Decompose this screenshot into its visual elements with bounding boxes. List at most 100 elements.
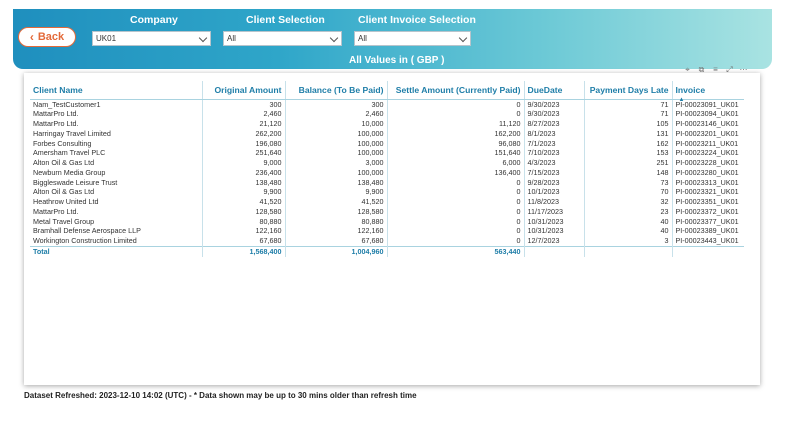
cell-invoice: PI-00023094_UK01 xyxy=(671,109,744,119)
cell-original-amount: 21,120 xyxy=(201,119,285,129)
cell-due-date: 4/3/2023 xyxy=(523,158,584,168)
chevron-down-icon xyxy=(329,33,339,43)
cell-original-amount: 122,160 xyxy=(201,226,285,236)
cell-client-name: Nam_TestCustomer1 xyxy=(33,99,101,109)
cell-payment-days-late: 105 xyxy=(583,119,672,129)
table-row[interactable]: MattarPro Ltd. 2,460 2,460 0 9/30/2023 71 PI-0… xyxy=(30,109,744,119)
cell-original-amount: 67,680 xyxy=(201,236,285,247)
cell-original-amount: 128,580 xyxy=(201,206,285,217)
cell-client-name: Metal Travel Group xyxy=(33,216,95,226)
total-cell-invoice xyxy=(671,245,744,257)
total-cell-due-date xyxy=(523,245,584,257)
cell-due-date: 10/1/2023 xyxy=(523,187,584,197)
client-selection-value: All xyxy=(227,34,236,43)
cell-due-date: 9/28/2023 xyxy=(523,177,584,188)
table-row[interactable]: Metal Travel Group 80,880 80,880 0 10/31/202… xyxy=(30,216,744,227)
cell-balance: 9,900 xyxy=(284,187,387,197)
cell-original-amount: 9,000 xyxy=(201,158,285,168)
table-header-row: Client Name Original Amount Balance (To … xyxy=(30,81,744,103)
cell-settle-amount: 0 xyxy=(386,216,524,227)
cell-invoice: PI-00023228_UK01 xyxy=(671,158,744,168)
cell-settle-amount: 0 xyxy=(386,109,524,119)
cell-invoice: PI-00023443_UK01 xyxy=(671,236,744,247)
table-row[interactable]: Alton Oil & Gas Ltd 9,000 3,000 6,000 4/3/20… xyxy=(30,158,744,168)
client-invoice-selection-value: All xyxy=(358,34,367,43)
cell-settle-amount: 96,080 xyxy=(386,138,524,149)
column-header-balance[interactable]: Balance (To Be Paid) xyxy=(284,81,387,100)
cell-due-date: 7/10/2023 xyxy=(523,148,584,158)
back-button[interactable]: ‹ Back xyxy=(18,27,76,47)
cell-invoice: PI-00023377_UK01 xyxy=(671,216,744,227)
column-header-due-date[interactable]: DueDate xyxy=(523,81,584,100)
cell-payment-days-late: 251 xyxy=(583,158,672,168)
total-cell-payment-days-late xyxy=(583,245,672,257)
cell-settle-amount: 162,200 xyxy=(386,128,524,139)
table-row[interactable]: Newburn Media Group 236,400 100,000 136,400… xyxy=(30,167,744,178)
chevron-down-icon xyxy=(458,33,468,43)
table-row[interactable]: Forbes Consulting 196,080 100,000 96,080 7/1… xyxy=(30,138,744,149)
cell-settle-amount: 11,120 xyxy=(386,119,524,129)
invoice-table: Client Name Original Amount Balance (To … xyxy=(30,81,744,257)
cell-client-name: Harringay Travel Limited xyxy=(33,128,111,138)
cell-original-amount: 138,480 xyxy=(201,177,285,188)
cell-payment-days-late: 23 xyxy=(583,206,672,217)
currency-note: All Values in ( GBP ) xyxy=(349,55,445,66)
column-header-invoice[interactable]: Invoice ▲ xyxy=(671,81,744,103)
cell-original-amount: 236,400 xyxy=(201,167,285,178)
cell-payment-days-late: 40 xyxy=(583,216,672,227)
column-header-original-amount[interactable]: Original Amount xyxy=(201,81,285,100)
chevron-left-icon: ‹ xyxy=(29,30,34,44)
table-row[interactable]: Workington Construction Limited 67,680 67,… xyxy=(30,236,744,247)
cell-balance: 67,680 xyxy=(284,236,387,247)
cell-balance: 10,000 xyxy=(284,119,387,129)
cell-settle-amount: 136,400 xyxy=(386,167,524,178)
cell-settle-amount: 151,640 xyxy=(386,148,524,158)
table-row[interactable]: Biggleswade Leisure Trust 138,480 138,480 0… xyxy=(30,177,744,188)
cell-client-name: MattarPro Ltd. xyxy=(33,206,79,216)
cell-balance: 128,580 xyxy=(284,206,387,217)
cell-invoice: PI-00023351_UK01 xyxy=(671,197,744,207)
table-row[interactable]: Alton Oil & Gas Ltd 9,900 9,900 0 10/1/2023 7… xyxy=(30,187,744,197)
report-page: ‹ Back Company UK01 Client Selection All… xyxy=(0,0,787,423)
total-cell-balance: 1,004,960 xyxy=(284,245,387,257)
client-selection-label: Client Selection xyxy=(246,14,325,26)
cell-settle-amount: 0 xyxy=(386,177,524,188)
cell-invoice: PI-00023280_UK01 xyxy=(671,167,744,178)
table-row[interactable]: Nam_TestCustomer1 300 300 0 9/30/2023 71 PI-00… xyxy=(30,99,744,110)
cell-balance: 100,000 xyxy=(284,138,387,149)
cell-due-date: 7/1/2023 xyxy=(523,138,584,149)
column-header-payment-days-late[interactable]: Payment Days Late xyxy=(583,81,672,100)
cell-due-date: 10/31/2023 xyxy=(523,216,584,227)
cell-invoice: PI-00023201_UK01 xyxy=(671,128,744,139)
table-row[interactable]: MattarPro Ltd. 128,580 128,580 0 11/17/2023 2… xyxy=(30,206,744,217)
cell-original-amount: 262,200 xyxy=(201,128,285,139)
cell-payment-days-late: 3 xyxy=(583,236,672,247)
table-row[interactable]: Harringay Travel Limited 262,200 100,000 16… xyxy=(30,128,744,139)
cell-balance: 100,000 xyxy=(284,167,387,178)
company-dropdown[interactable]: UK01 xyxy=(92,31,211,46)
cell-invoice: PI-00023372_UK01 xyxy=(671,206,744,217)
client-invoice-selection-dropdown[interactable]: All xyxy=(354,31,471,46)
cell-due-date: 8/1/2023 xyxy=(523,128,584,139)
cell-invoice: PI-00023146_UK01 xyxy=(671,119,744,129)
table-row[interactable]: Heathrow United Ltd 41,520 41,520 0 11/8/202… xyxy=(30,197,744,207)
cell-payment-days-late: 71 xyxy=(583,109,672,119)
column-header-settle-amount[interactable]: Settle Amount (Currently Paid) xyxy=(386,81,524,100)
cell-due-date: 12/7/2023 xyxy=(523,236,584,247)
column-header-client-name[interactable]: Client Name xyxy=(30,81,202,100)
cell-payment-days-late: 32 xyxy=(583,197,672,207)
cell-balance: 41,520 xyxy=(284,197,387,207)
cell-payment-days-late: 148 xyxy=(583,167,672,178)
cell-client-name: Newburn Media Group xyxy=(33,167,106,177)
cell-payment-days-late: 162 xyxy=(583,138,672,149)
cell-original-amount: 2,460 xyxy=(201,109,285,119)
cell-client-name: Alton Oil & Gas Ltd xyxy=(33,187,95,197)
cell-settle-amount: 0 xyxy=(386,236,524,247)
table-row[interactable]: MattarPro Ltd. 21,120 10,000 11,120 8/27/202… xyxy=(30,119,744,129)
client-selection-dropdown[interactable]: All xyxy=(223,31,342,46)
table-row[interactable]: Bramhall Defense Aerospace LLP 122,160 122… xyxy=(30,226,744,236)
cell-due-date: 11/8/2023 xyxy=(523,197,584,207)
cell-client-name: Workington Construction Limited xyxy=(33,236,137,245)
cell-settle-amount: 0 xyxy=(386,226,524,236)
table-row[interactable]: Amersham Travel PLC 251,640 100,000 151,640… xyxy=(30,148,744,158)
